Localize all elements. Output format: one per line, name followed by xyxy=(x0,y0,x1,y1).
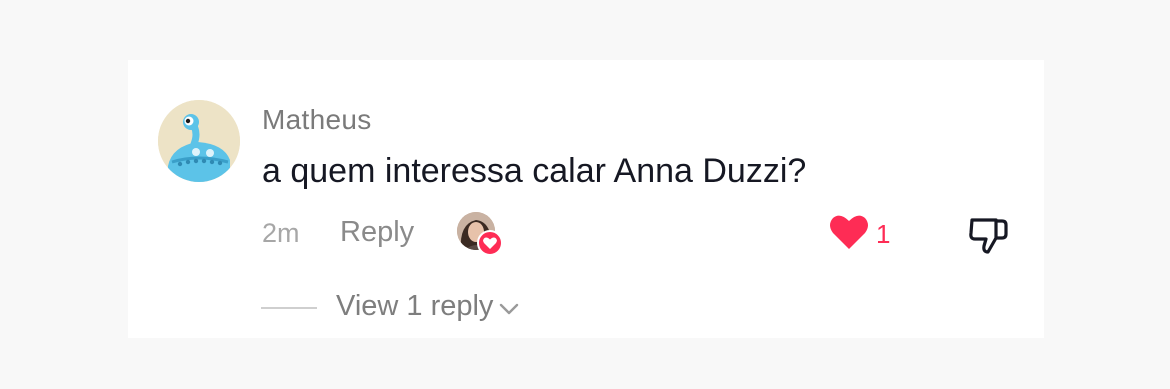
like-button[interactable] xyxy=(828,213,870,251)
comment-username[interactable]: Matheus xyxy=(262,104,372,136)
comment-card xyxy=(128,60,1044,338)
heart-icon xyxy=(830,215,868,249)
creator-liked-badge xyxy=(457,212,503,256)
thumbs-down-icon xyxy=(969,218,1008,254)
creator-heart-icon xyxy=(477,230,503,256)
cartoon-alien-avatar-icon xyxy=(158,100,240,182)
replies-divider xyxy=(261,307,317,309)
chevron-down-icon xyxy=(500,303,519,314)
like-count: 1 xyxy=(876,219,891,249)
view-replies-button[interactable]: View 1 reply xyxy=(336,290,519,323)
reply-button[interactable]: Reply xyxy=(340,216,414,249)
user-avatar[interactable] xyxy=(158,100,240,182)
view-replies-label: View 1 reply xyxy=(336,290,494,322)
comment-text: a quem interessa calar Anna Duzzi? xyxy=(262,152,807,190)
comment-timestamp: 2m xyxy=(262,218,300,248)
dislike-button[interactable] xyxy=(966,212,1010,256)
